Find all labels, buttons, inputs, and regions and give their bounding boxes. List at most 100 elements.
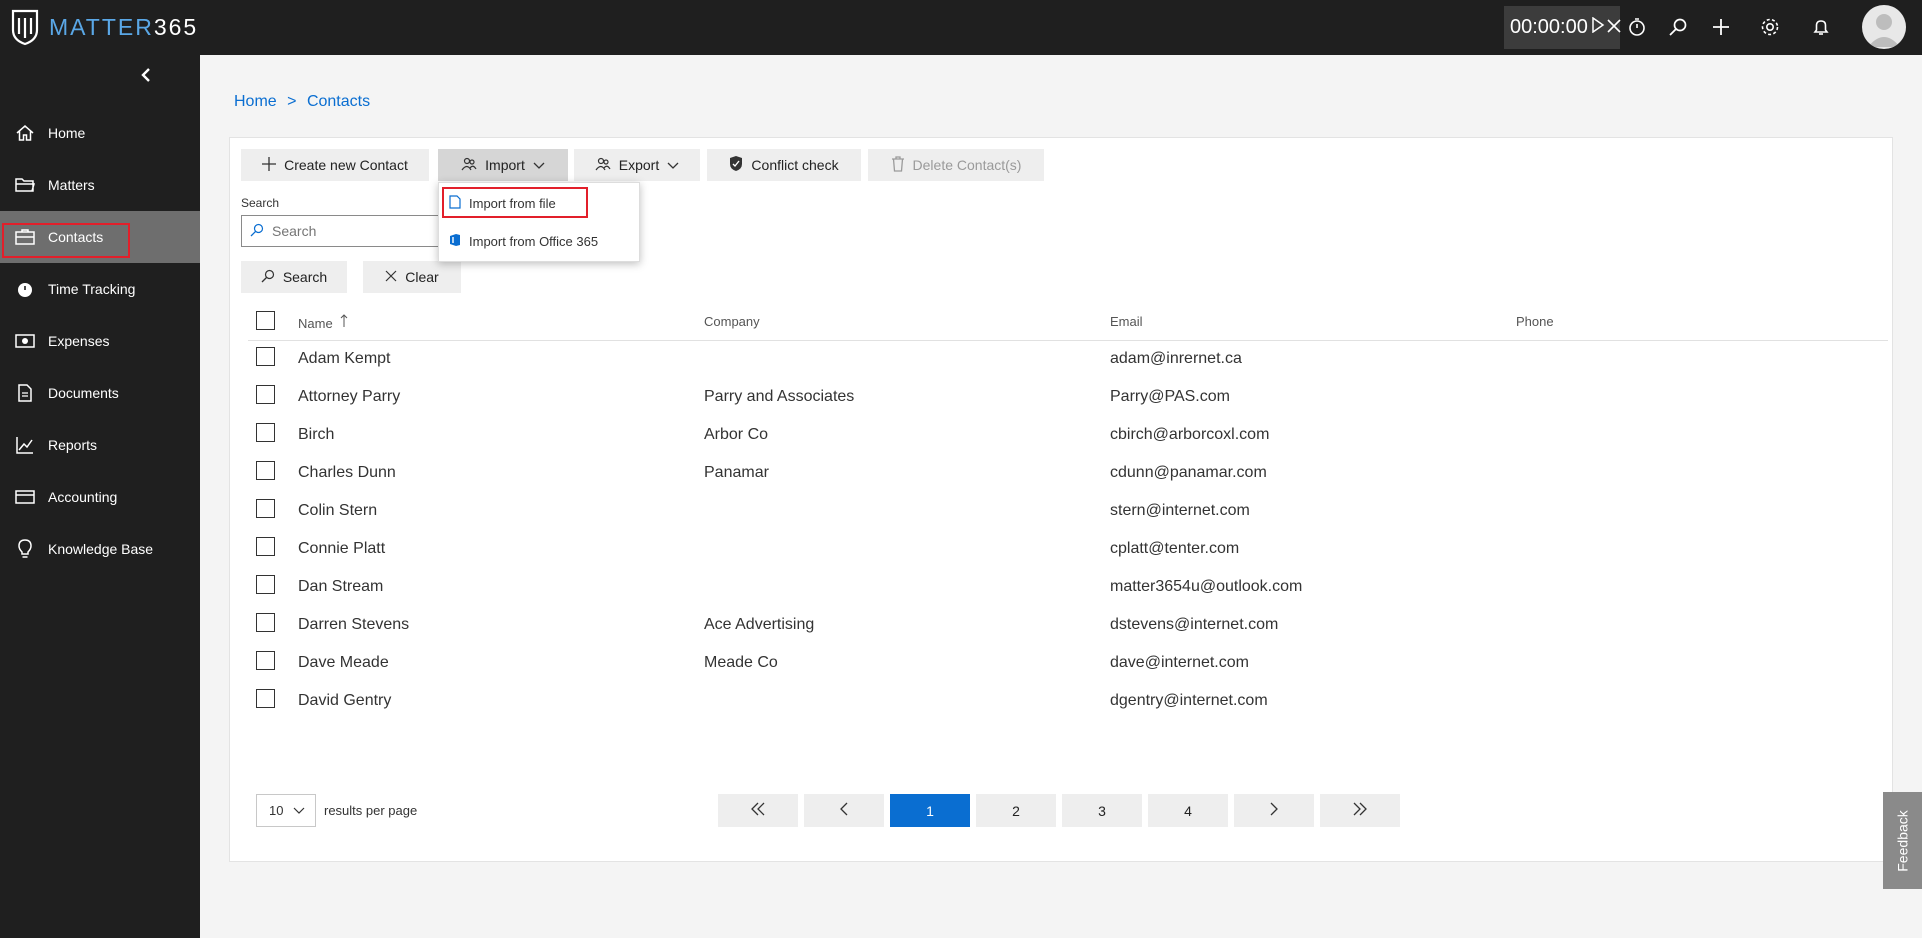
delete-contacts-button[interactable]: Delete Contact(s): [868, 149, 1044, 181]
table-row[interactable]: Colin Stern stern@internet.com: [248, 493, 1888, 531]
sidebar-item-home[interactable]: Home: [0, 107, 200, 159]
row-checkbox[interactable]: [256, 423, 275, 442]
contact-company: Arbor Co: [704, 426, 769, 443]
contact-email: cbirch@arborcoxl.com: [1110, 426, 1270, 443]
search-field[interactable]: [241, 215, 441, 247]
first-page-button[interactable]: [718, 794, 798, 827]
folder-icon: [14, 174, 36, 196]
contact-name[interactable]: Dan Stream: [298, 578, 383, 596]
sidebar-item-expenses[interactable]: Expenses: [0, 315, 200, 367]
play-icon[interactable]: [1591, 16, 1605, 39]
import-from-file-item[interactable]: Import from file: [439, 188, 639, 218]
page-button-4[interactable]: 4: [1148, 794, 1228, 827]
row-checkbox[interactable]: [256, 499, 275, 518]
page-button-2[interactable]: 2: [976, 794, 1056, 827]
breadcrumb-separator: >: [287, 93, 297, 110]
sidebar-item-label: Expenses: [48, 333, 110, 349]
row-checkbox[interactable]: [256, 689, 275, 708]
stopwatch-icon: [14, 278, 36, 300]
page-button-3[interactable]: 3: [1062, 794, 1142, 827]
column-header-email[interactable]: Email: [1110, 314, 1143, 329]
sidebar-item-documents[interactable]: Documents: [0, 367, 200, 419]
feedback-tab[interactable]: Feedback: [1883, 792, 1922, 889]
conflict-check-label: Conflict check: [751, 157, 839, 173]
table-row[interactable]: Dan Stream matter3654u@outlook.com: [248, 569, 1888, 607]
sidebar-item-matters[interactable]: Matters: [0, 159, 200, 211]
contact-name[interactable]: Birch: [298, 426, 334, 444]
table-row[interactable]: Dave Meade Meade Co dave@internet.com: [248, 645, 1888, 683]
row-checkbox[interactable]: [256, 651, 275, 670]
app-name-suffix: 365: [153, 13, 199, 40]
last-page-button[interactable]: [1320, 794, 1400, 827]
table-row[interactable]: Connie Platt cplatt@tenter.com: [248, 531, 1888, 569]
sidebar-item-reports[interactable]: Reports: [0, 419, 200, 471]
row-checkbox[interactable]: [256, 575, 275, 594]
table-row[interactable]: Birch Arbor Co cbirch@arborcoxl.com: [248, 417, 1888, 455]
row-checkbox[interactable]: [256, 537, 275, 556]
contact-name[interactable]: Connie Platt: [298, 540, 385, 558]
contact-email: dave@internet.com: [1110, 654, 1249, 671]
table-row[interactable]: Darren Stevens Ace Advertising dstevens@…: [248, 607, 1888, 645]
export-button[interactable]: Export: [574, 149, 700, 181]
wallet-icon: [14, 486, 36, 508]
import-label: Import: [485, 157, 525, 173]
sidebar-item-label: Matters: [48, 177, 95, 193]
table-row[interactable]: Attorney Parry Parry and Associates Parr…: [248, 379, 1888, 417]
documents-icon: [14, 382, 36, 404]
row-checkbox[interactable]: [256, 347, 275, 366]
column-header-name[interactable]: Name: [298, 314, 348, 331]
search-button[interactable]: Search: [241, 261, 347, 293]
import-from-office-item[interactable]: Import from Office 365: [439, 226, 639, 256]
search-icon[interactable]: [1659, 8, 1697, 46]
table-row[interactable]: Charles Dunn Panamar cdunn@panamar.com: [248, 455, 1888, 493]
bell-icon[interactable]: [1802, 8, 1840, 46]
chevron-down-icon: [293, 803, 305, 818]
home-icon: [14, 122, 36, 144]
import-button[interactable]: Import: [438, 149, 568, 181]
feedback-label: Feedback: [1894, 809, 1911, 872]
contact-company: Panamar: [704, 464, 769, 481]
contact-name[interactable]: Colin Stern: [298, 502, 377, 520]
contact-email: dstevens@internet.com: [1110, 616, 1279, 633]
breadcrumb-current[interactable]: Contacts: [307, 93, 370, 110]
contact-name[interactable]: Attorney Parry: [298, 388, 400, 406]
user-avatar[interactable]: [1862, 5, 1906, 49]
collapse-sidebar-icon[interactable]: [136, 65, 156, 85]
gear-icon[interactable]: [1751, 8, 1789, 46]
per-page-select[interactable]: 10: [256, 794, 316, 827]
conflict-check-button[interactable]: Conflict check: [707, 149, 861, 181]
column-header-company[interactable]: Company: [704, 314, 760, 329]
sidebar-item-time-tracking[interactable]: Time Tracking: [0, 263, 200, 315]
row-checkbox[interactable]: [256, 385, 275, 404]
stopwatch-icon[interactable]: [1618, 8, 1656, 46]
app-logo[interactable]: MATTER365: [10, 6, 198, 48]
add-icon[interactable]: [1702, 8, 1740, 46]
chevron-left-icon: [839, 802, 849, 819]
contact-name[interactable]: David Gentry: [298, 692, 391, 710]
sidebar-item-contacts[interactable]: Contacts: [0, 211, 200, 263]
select-all-checkbox[interactable]: [256, 311, 275, 330]
table-header: Name Company Email Phone: [248, 303, 1888, 341]
contact-name[interactable]: Adam Kempt: [298, 350, 390, 368]
row-checkbox[interactable]: [256, 613, 275, 632]
per-page-value: 10: [269, 803, 284, 818]
contact-name[interactable]: Dave Meade: [298, 654, 389, 672]
contact-company: Meade Co: [704, 654, 778, 671]
breadcrumb-home-link[interactable]: Home: [234, 93, 277, 110]
sidebar-item-knowledge-base[interactable]: Knowledge Base: [0, 523, 200, 575]
clear-button[interactable]: Clear: [363, 261, 461, 293]
next-page-button[interactable]: [1234, 794, 1314, 827]
page-button-1[interactable]: 1: [890, 794, 970, 827]
row-checkbox[interactable]: [256, 461, 275, 480]
prev-page-button[interactable]: [804, 794, 884, 827]
main-content: Home > Contacts Create new Contact Impor…: [200, 55, 1922, 938]
contact-name[interactable]: Charles Dunn: [298, 464, 396, 482]
sidebar-item-accounting[interactable]: Accounting: [0, 471, 200, 523]
column-header-phone[interactable]: Phone: [1516, 314, 1554, 329]
contact-name[interactable]: Darren Stevens: [298, 616, 409, 634]
search-input[interactable]: [272, 223, 422, 239]
table-row[interactable]: Adam Kempt adam@inrernet.ca: [248, 341, 1888, 379]
table-row[interactable]: David Gentry dgentry@internet.com: [248, 683, 1888, 721]
create-contact-label: Create new Contact: [284, 157, 408, 173]
create-contact-button[interactable]: Create new Contact: [241, 149, 429, 181]
